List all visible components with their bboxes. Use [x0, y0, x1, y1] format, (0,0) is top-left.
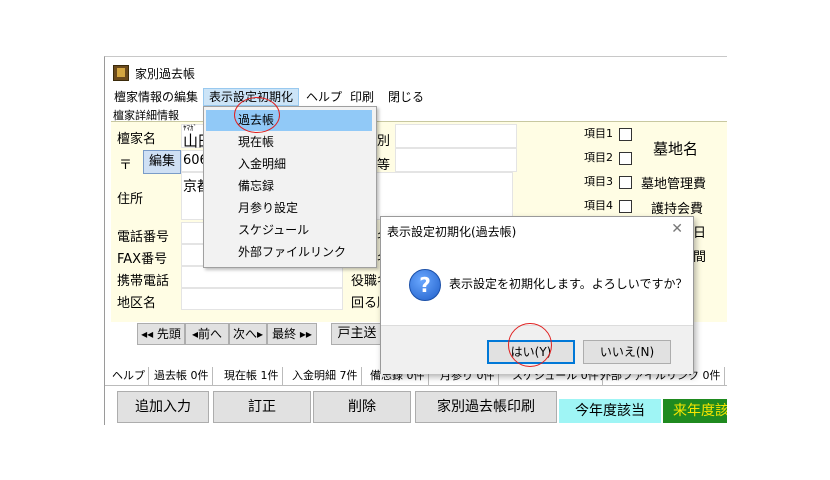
item-1-label: 項目1 — [584, 127, 613, 140]
tab-past-records[interactable]: 過去帳 0件 — [151, 367, 213, 385]
mobile-field[interactable] — [181, 266, 343, 288]
item-3-label: 項目3 — [584, 175, 613, 188]
mid-label-1: 別 — [377, 134, 391, 149]
this-year-indicator: 今年度該当 — [559, 399, 661, 423]
menu-edit-danka[interactable]: 檀家情報の編集 — [109, 89, 203, 105]
reset-display-dropdown: 過去帳 現在帳 入金明細 備忘録 月参り設定 スケジュール 外部ファイルリンク — [203, 106, 377, 268]
prev-button[interactable]: ◂前へ — [185, 323, 229, 345]
tab-payment-details[interactable]: 入金明細 7件 — [289, 367, 362, 385]
mobile-label: 携帯電話 — [117, 274, 170, 289]
item-4-label: 項目4 — [584, 199, 613, 212]
area-field[interactable] — [181, 288, 343, 310]
maintenance-fee-label: 護持会費 — [651, 202, 704, 217]
postal-symbol: 〒 — [119, 158, 133, 173]
mid-label-2: 等 — [377, 158, 391, 173]
area-label: 地区名 — [117, 296, 157, 311]
fax-label: FAX番号 — [117, 252, 168, 267]
fix-button[interactable]: 訂正 — [213, 391, 311, 423]
print-button[interactable]: 家別過去帳印刷 — [415, 391, 557, 423]
app-icon — [113, 65, 129, 81]
mid-field-2[interactable] — [395, 148, 517, 172]
dropdown-item-current-records[interactable]: 現在帳 — [206, 132, 372, 153]
no-button[interactable]: いいえ(N) — [583, 340, 671, 364]
mid-field-1[interactable] — [395, 124, 517, 148]
next-button[interactable]: 次へ▸ — [229, 323, 267, 345]
title-bar: 家別過去帳 — [105, 57, 727, 87]
menu-print[interactable]: 印刷 — [345, 89, 379, 105]
right-edge-label-2: 間 — [693, 250, 707, 265]
dropdown-item-monthly-visit[interactable]: 月参り設定 — [206, 198, 372, 219]
question-icon: ? — [409, 269, 441, 301]
annotation-circle-menu — [234, 97, 280, 133]
close-icon[interactable]: ✕ — [671, 221, 683, 237]
menu-close[interactable]: 閉じる — [383, 89, 429, 105]
item-2-checkbox[interactable] — [619, 152, 632, 165]
item-3-checkbox[interactable] — [619, 176, 632, 189]
tab-help[interactable]: ヘルプ — [109, 367, 149, 385]
add-entry-button[interactable]: 追加入力 — [117, 391, 209, 423]
dropdown-item-schedule[interactable]: スケジュール — [206, 220, 372, 241]
dropdown-item-payment-details[interactable]: 入金明細 — [206, 154, 372, 175]
cemetery-fee-label: 墓地管理費 — [641, 177, 707, 192]
delete-button[interactable]: 削除 — [313, 391, 411, 423]
window-title: 家別過去帳 — [135, 67, 196, 81]
address-label: 住所 — [117, 192, 144, 207]
item-4-checkbox[interactable] — [619, 200, 632, 213]
dialog-title: 表示設定初期化(過去帳) — [387, 225, 517, 239]
dropdown-item-external-links[interactable]: 外部ファイルリンク — [206, 242, 372, 263]
last-button[interactable]: 最終 ▸▸ — [267, 323, 317, 345]
phone-label: 電話番号 — [117, 230, 170, 245]
tab-current-records[interactable]: 現在帳 1件 — [221, 367, 283, 385]
item-2-label: 項目2 — [584, 151, 613, 164]
item-1-checkbox[interactable] — [619, 128, 632, 141]
household-button[interactable]: 戸主送 — [331, 323, 383, 345]
dialog-message: 表示設定を初期化します。よろしいですか？ — [449, 277, 688, 291]
first-button[interactable]: ◂◂ 先頭 — [137, 323, 185, 345]
dropdown-item-memo[interactable]: 備忘録 — [206, 176, 372, 197]
annotation-circle-yes — [508, 323, 552, 367]
dropdown-item-past-records[interactable]: 過去帳 — [206, 110, 372, 131]
next-year-indicator: 来年度該 — [663, 399, 727, 423]
name-label: 檀家名 — [117, 132, 157, 147]
cemetery-name-label: 墓地名 — [653, 140, 699, 158]
edit-button[interactable]: 編集 — [143, 150, 181, 174]
menu-bar: 檀家情報の編集 表示設定初期化 ヘルプ 印刷 閉じる — [105, 88, 727, 106]
menu-help[interactable]: ヘルプ — [301, 89, 347, 105]
right-edge-label-1: 日 — [693, 226, 707, 241]
